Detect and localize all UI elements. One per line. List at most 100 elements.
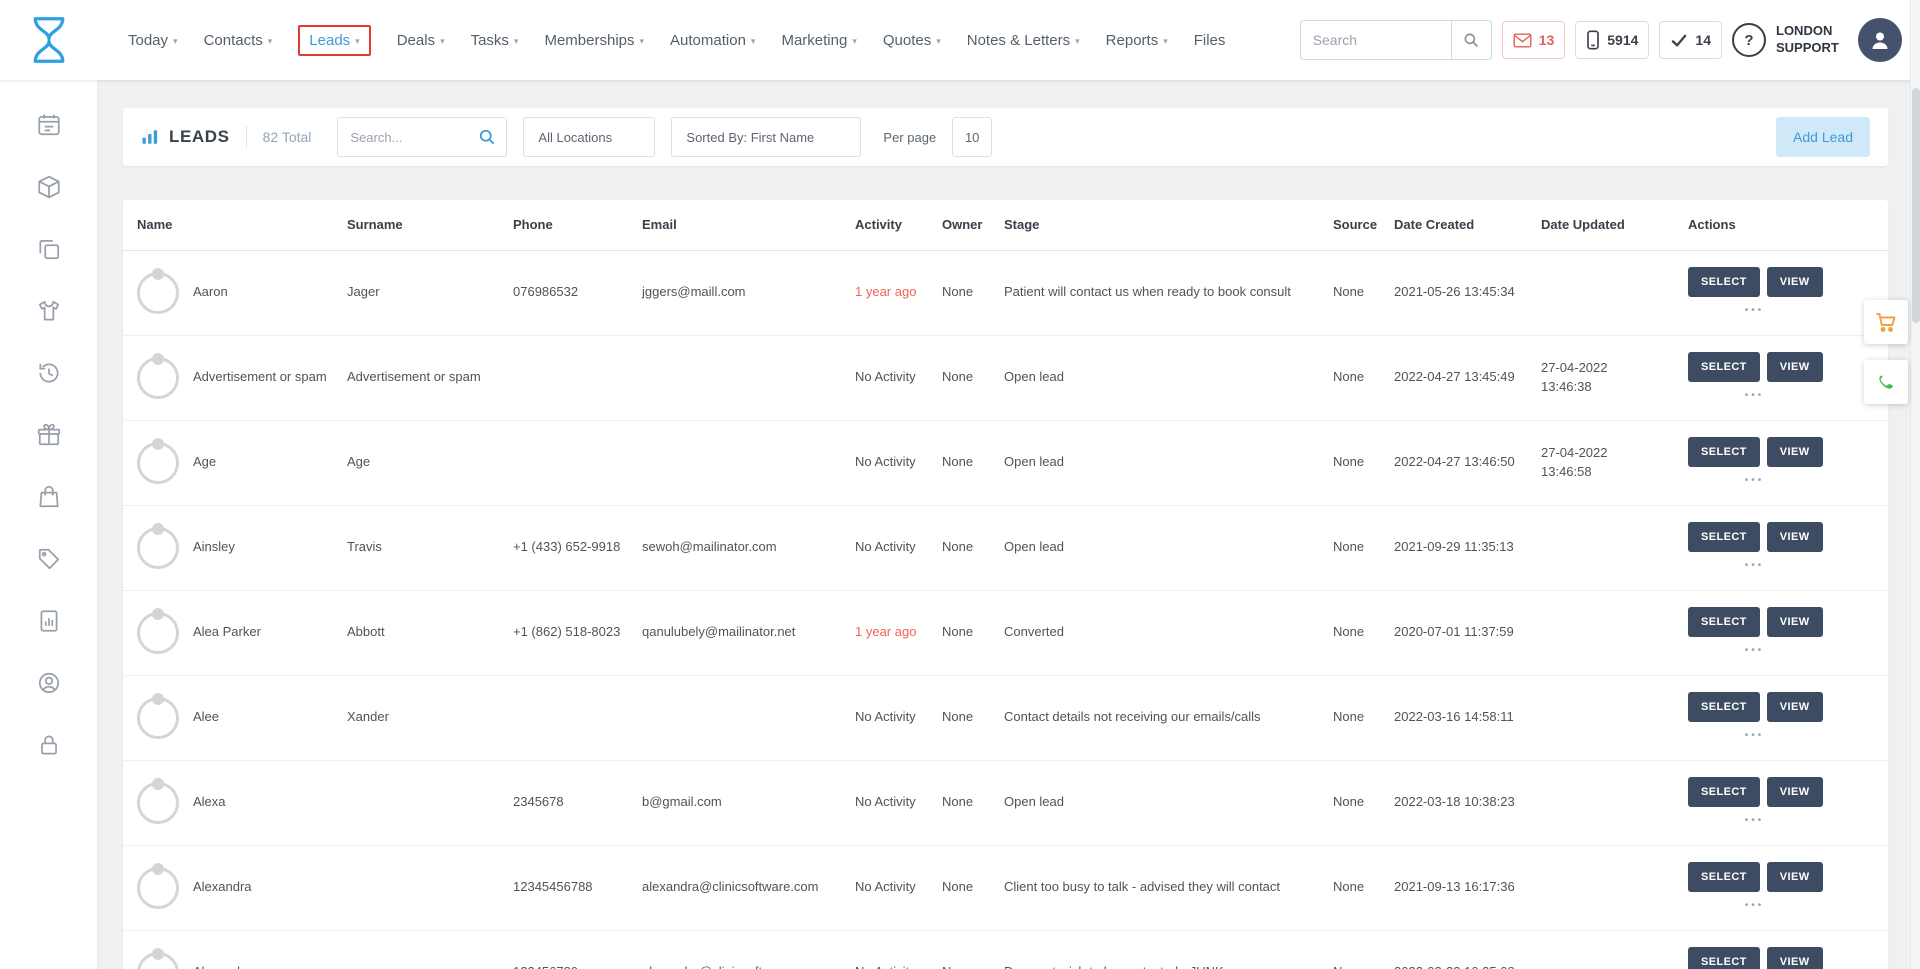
add-lead-button[interactable]: Add Lead bbox=[1776, 117, 1870, 157]
more-actions-button[interactable]: ••• bbox=[1688, 899, 1821, 914]
calendar-icon[interactable] bbox=[36, 112, 62, 138]
nav-item-leads[interactable]: Leads▾ bbox=[298, 25, 370, 56]
select-button[interactable]: SELECT bbox=[1688, 692, 1760, 722]
brand-logo[interactable] bbox=[0, 15, 98, 65]
lead-owner: None bbox=[942, 760, 1004, 845]
more-actions-button[interactable]: ••• bbox=[1688, 644, 1821, 659]
column-header-phone[interactable]: Phone bbox=[513, 200, 642, 250]
nav-item-reports[interactable]: Reports ▾ bbox=[1106, 32, 1168, 49]
call-widget-button[interactable] bbox=[1864, 360, 1908, 404]
column-header-stage[interactable]: Stage bbox=[1004, 200, 1333, 250]
more-actions-button[interactable]: ••• bbox=[1688, 389, 1821, 404]
per-page-select[interactable]: 10 bbox=[952, 117, 992, 157]
select-button[interactable]: SELECT bbox=[1688, 862, 1760, 892]
checkmark-icon bbox=[1670, 32, 1688, 48]
lead-email: b@gmail.com bbox=[642, 760, 855, 845]
scrollbar-thumb[interactable] bbox=[1912, 88, 1920, 323]
lead-stage: Open lead bbox=[1004, 335, 1333, 420]
lead-activity: No Activity bbox=[855, 845, 942, 930]
user-avatar[interactable] bbox=[1858, 18, 1902, 62]
nav-item-today[interactable]: Today▾ bbox=[128, 32, 178, 49]
view-button[interactable]: VIEW bbox=[1767, 862, 1823, 892]
location-filter-select[interactable]: All Locations bbox=[523, 117, 655, 157]
chevron-down-icon: ▾ bbox=[268, 34, 273, 47]
lead-stage: Contact details not receiving our emails… bbox=[1004, 675, 1333, 760]
copy-icon[interactable] bbox=[36, 236, 62, 262]
view-button[interactable]: VIEW bbox=[1767, 607, 1823, 637]
lead-date-updated: 27-04-2022 13:46:38 bbox=[1541, 335, 1688, 420]
lead-stage: Open lead bbox=[1004, 760, 1333, 845]
lead-avatar bbox=[137, 612, 179, 654]
lead-date-updated bbox=[1541, 505, 1688, 590]
select-button[interactable]: SELECT bbox=[1688, 437, 1760, 467]
cart-widget-button[interactable] bbox=[1864, 300, 1908, 344]
select-button[interactable]: SELECT bbox=[1688, 267, 1760, 297]
support-agent-icon[interactable] bbox=[36, 670, 62, 696]
lead-activity: No Activity bbox=[855, 675, 942, 760]
vertical-scrollbar[interactable] bbox=[1910, 0, 1920, 969]
nav-item-memberships[interactable]: Memberships▾ bbox=[544, 32, 644, 49]
package-icon[interactable] bbox=[36, 174, 62, 200]
nav-item-notes-letters[interactable]: Notes & Letters▾ bbox=[967, 32, 1080, 49]
gift-icon[interactable] bbox=[36, 422, 62, 448]
table-row: Advertisement or spam Advertisement or s… bbox=[123, 335, 1888, 420]
more-actions-button[interactable]: ••• bbox=[1688, 814, 1821, 829]
view-button[interactable]: VIEW bbox=[1767, 267, 1823, 297]
sort-select[interactable]: Sorted By: First Name bbox=[671, 117, 861, 157]
shirt-icon[interactable] bbox=[36, 298, 62, 324]
select-button[interactable]: SELECT bbox=[1688, 947, 1760, 969]
lock-icon[interactable] bbox=[36, 732, 62, 758]
nav-item-files[interactable]: Files bbox=[1194, 32, 1226, 49]
nav-item-marketing[interactable]: Marketing▾ bbox=[781, 32, 856, 49]
column-header-actions[interactable]: Actions bbox=[1688, 200, 1888, 250]
column-header-date-updated[interactable]: Date Updated bbox=[1541, 200, 1688, 250]
lead-surname bbox=[347, 930, 513, 969]
messages-badge[interactable]: 13 bbox=[1502, 21, 1566, 59]
report-chart-icon[interactable] bbox=[36, 608, 62, 634]
more-actions-button[interactable]: ••• bbox=[1688, 559, 1821, 574]
select-button[interactable]: SELECT bbox=[1688, 352, 1760, 382]
column-header-owner[interactable]: Owner bbox=[942, 200, 1004, 250]
select-button[interactable]: SELECT bbox=[1688, 777, 1760, 807]
column-header-activity[interactable]: Activity bbox=[855, 200, 942, 250]
tasks-badge[interactable]: 14 bbox=[1659, 21, 1722, 59]
view-button[interactable]: VIEW bbox=[1767, 437, 1823, 467]
view-button[interactable]: VIEW bbox=[1767, 522, 1823, 552]
global-search-button[interactable] bbox=[1451, 21, 1491, 59]
global-search-input[interactable] bbox=[1301, 21, 1451, 59]
shopping-bag-icon[interactable] bbox=[36, 484, 62, 510]
lead-name: Advertisement or spam bbox=[193, 368, 327, 387]
calls-badge[interactable]: 5914 bbox=[1575, 21, 1649, 59]
column-header-date-created[interactable]: Date Created bbox=[1394, 200, 1541, 250]
view-button[interactable]: VIEW bbox=[1767, 777, 1823, 807]
select-button[interactable]: SELECT bbox=[1688, 607, 1760, 637]
lead-phone: 12345456788 bbox=[513, 845, 642, 930]
column-header-surname[interactable]: Surname bbox=[347, 200, 513, 250]
history-icon[interactable] bbox=[36, 360, 62, 386]
nav-item-deals[interactable]: Deals▾ bbox=[397, 32, 445, 49]
nav-item-automation[interactable]: Automation▾ bbox=[670, 32, 755, 49]
view-button[interactable]: VIEW bbox=[1767, 947, 1823, 969]
lead-phone: +1 (433) 652-9918 bbox=[513, 505, 642, 590]
more-actions-button[interactable]: ••• bbox=[1688, 729, 1821, 744]
chevron-down-icon: ▾ bbox=[1075, 34, 1080, 47]
nav-item-tasks[interactable]: Tasks▾ bbox=[471, 32, 519, 49]
price-tag-icon[interactable] bbox=[36, 546, 62, 572]
lead-owner: None bbox=[942, 335, 1004, 420]
lead-owner: None bbox=[942, 845, 1004, 930]
more-actions-button[interactable]: ••• bbox=[1688, 474, 1821, 489]
view-button[interactable]: VIEW bbox=[1767, 352, 1823, 382]
lead-avatar bbox=[137, 782, 179, 824]
nav-label: Reports bbox=[1106, 32, 1159, 49]
select-button[interactable]: SELECT bbox=[1688, 522, 1760, 552]
nav-item-contacts[interactable]: Contacts▾ bbox=[204, 32, 273, 49]
leads-table: Name Surname Phone Email Activity Owner … bbox=[123, 200, 1888, 969]
more-actions-button[interactable]: ••• bbox=[1688, 304, 1821, 319]
help-button[interactable]: ? bbox=[1732, 23, 1766, 57]
column-header-email[interactable]: Email bbox=[642, 200, 855, 250]
column-header-source[interactable]: Source bbox=[1333, 200, 1394, 250]
view-button[interactable]: VIEW bbox=[1767, 692, 1823, 722]
nav-item-quotes[interactable]: Quotes▾ bbox=[883, 32, 941, 49]
chevron-down-icon: ▾ bbox=[1163, 34, 1168, 47]
column-header-name[interactable]: Name bbox=[123, 200, 347, 250]
